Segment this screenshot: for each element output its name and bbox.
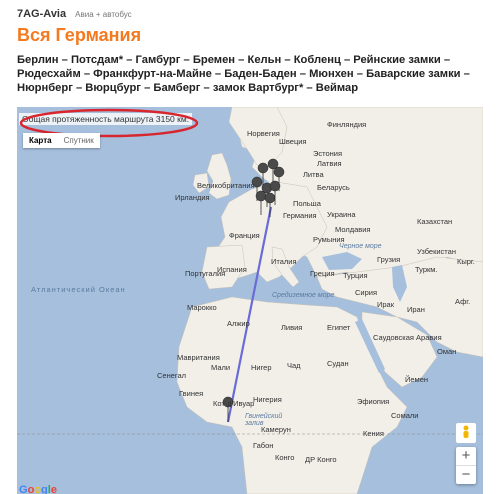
map-label: Италия [271, 257, 297, 266]
google-logo[interactable]: Google [19, 484, 57, 494]
map-label: Чад [287, 361, 301, 370]
map-label: Саудовская Аравия [373, 333, 442, 342]
site-header: 7AG-Avia Авиа + автобус [17, 8, 132, 20]
map-label: Швеция [279, 137, 307, 146]
route-map[interactable]: Финляндия Норвегия Швеция Эстония Латвия… [17, 107, 483, 494]
map-label: Гвинея [179, 389, 204, 398]
map-label: Норвегия [247, 129, 280, 138]
map-type-satellite-button[interactable]: Спутник [58, 133, 100, 148]
map-label: Беларусь [317, 183, 350, 192]
map-label: Украина [327, 210, 356, 219]
map-label: Греция [310, 269, 335, 278]
route-description: Берлин – Потсдам* – Гамбург – Бремен – К… [17, 54, 470, 94]
map-label: Сенегал [157, 371, 187, 380]
site-brand[interactable]: 7AG-Avia [17, 8, 66, 20]
map-label: Финляндия [327, 120, 367, 129]
map-label: Франция [229, 231, 260, 240]
map-label: Ирландия [175, 193, 210, 202]
map-label: Гвинейский залив [245, 413, 283, 427]
map-label: Кырг. [457, 257, 475, 266]
map-label: Кения [363, 429, 384, 438]
map-label: Афг. [455, 297, 471, 306]
map-label: Египет [327, 323, 351, 332]
map-label: Иран [407, 305, 425, 314]
map-label: Марокко [187, 303, 217, 312]
map-label: Грузия [377, 255, 401, 264]
map-label: Туркм. [415, 265, 438, 274]
page-title: Вся Германия [17, 25, 142, 45]
map-canvas[interactable] [17, 107, 483, 494]
map-type-control: Карта Спутник [23, 133, 100, 148]
map-label: Португалия [185, 269, 226, 278]
zoom-control: + − [456, 447, 476, 484]
map-label: ДР Конго [305, 455, 337, 464]
map-label: Йемен [405, 375, 429, 384]
map-label: Узбекистан [417, 247, 456, 256]
map-label: Габон [253, 441, 274, 450]
map-label: Сирия [355, 288, 378, 297]
map-label: Кот-д'Ивуар [213, 399, 255, 408]
map-label: Молдавия [335, 225, 371, 234]
map-label: Германия [283, 211, 317, 220]
map-label: Сомали [391, 411, 419, 420]
map-label: Ирак [377, 300, 395, 309]
map-label: Конго [275, 453, 295, 462]
map-label: Ливия [281, 323, 303, 332]
zoom-out-button[interactable]: − [456, 465, 476, 484]
street-view-pegman-icon[interactable] [456, 423, 476, 443]
map-label: Казахстан [417, 217, 453, 226]
map-label: Мали [211, 363, 231, 372]
map-label: Великобритания [197, 181, 255, 190]
map-label: Атлантический Океан [31, 285, 126, 294]
map-label: Литва [303, 170, 324, 179]
map-label: Черное море [339, 243, 382, 250]
map-label: Нигерия [253, 395, 282, 404]
map-label: Оман [437, 347, 457, 356]
site-subtitle: Авиа + автобус [75, 10, 132, 19]
map-label: Алжир [227, 319, 250, 328]
map-label: Латвия [317, 159, 342, 168]
map-label: Мавритания [177, 353, 220, 362]
map-label: Средиземное море [272, 292, 335, 299]
map-type-map-button[interactable]: Карта [23, 133, 58, 148]
map-label: Польша [293, 199, 321, 208]
zoom-in-button[interactable]: + [456, 447, 476, 465]
map-label: Судан [327, 359, 349, 368]
map-label: Эстония [313, 149, 343, 158]
map-label: Турция [343, 271, 368, 280]
map-label: Эфиопия [357, 397, 390, 406]
map-label: Нигер [251, 363, 272, 372]
